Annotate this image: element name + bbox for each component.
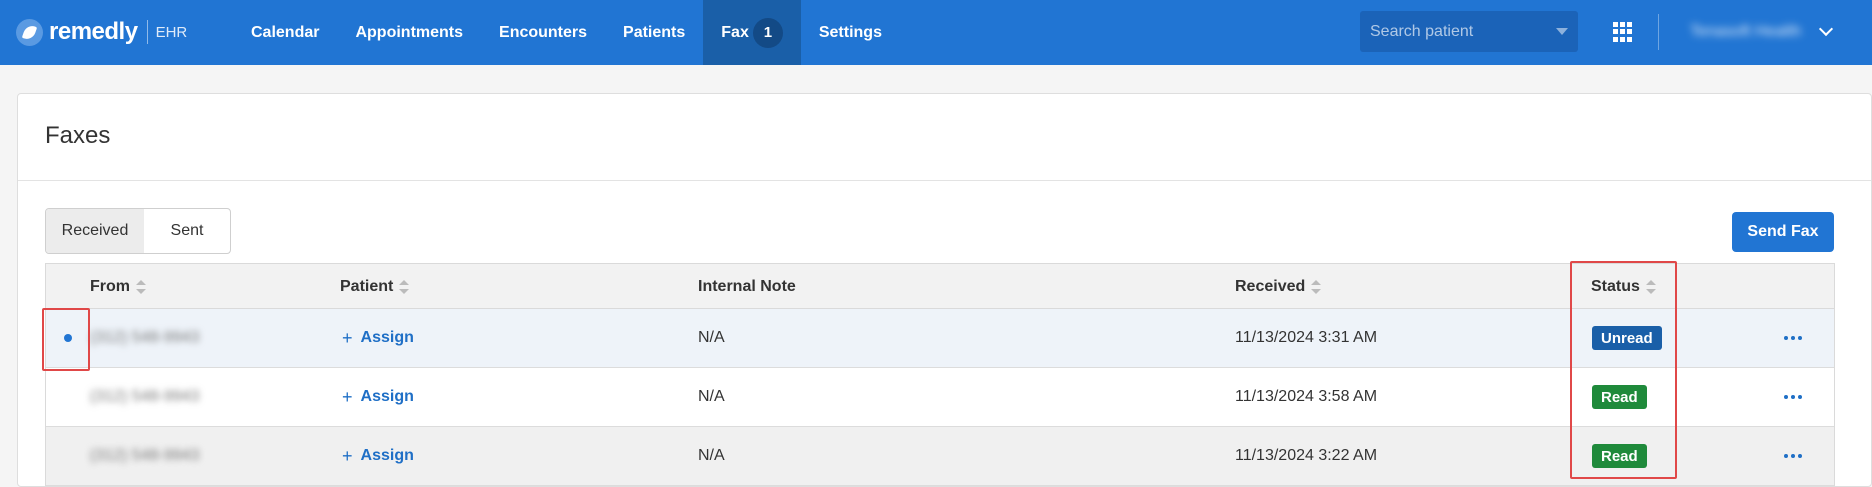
sort-icon[interactable] (399, 279, 410, 294)
nav-fax[interactable]: Fax 1 (703, 0, 801, 65)
send-fax-button[interactable]: Send Fax (1732, 212, 1834, 252)
status-cell: Unread (1592, 309, 1662, 367)
from-number: (312) 548-9943 (90, 447, 200, 464)
col-patient[interactable]: Patient (340, 264, 410, 309)
plus-icon: + (342, 445, 353, 466)
nav-patients-label: Patients (623, 23, 686, 41)
more-horizontal-icon[interactable] (1784, 336, 1802, 340)
internal-note: N/A (698, 388, 725, 405)
row-actions[interactable] (1784, 427, 1802, 485)
nav-appointments[interactable]: Appointments (337, 0, 481, 65)
internal-note: N/A (698, 447, 725, 464)
account-menu[interactable]: Tenasoft Health (1690, 20, 1834, 44)
assign-patient-link[interactable]: + Assign (342, 427, 414, 485)
assign-label: Assign (360, 447, 414, 464)
col-from[interactable]: From (90, 264, 146, 309)
table-row[interactable]: (312) 548-9943 + Assign N/A 11/13/2024 3:… (46, 368, 1834, 427)
sort-icon[interactable] (1311, 279, 1322, 294)
nav-patients[interactable]: Patients (605, 0, 703, 65)
internal-note: N/A (698, 329, 725, 346)
account-name: Tenasoft Health (1690, 23, 1802, 40)
col-status-label: Status (1591, 277, 1640, 295)
page-title: Faxes (45, 122, 111, 149)
assign-patient-link[interactable]: + Assign (342, 368, 414, 426)
sort-icon[interactable] (136, 279, 146, 294)
table-header: From Patient Internal Note Received Stat… (46, 264, 1834, 309)
fax-table: From Patient Internal Note Received Stat… (45, 263, 1835, 486)
brand-name: remedly (49, 18, 138, 45)
assign-patient-link[interactable]: + Assign (342, 309, 414, 367)
plus-icon: + (342, 386, 353, 407)
table-row[interactable]: (312) 548-9943 + Assign N/A 11/13/2024 3:… (46, 427, 1834, 486)
received-date: 11/13/2024 3:22 AM (1235, 447, 1378, 464)
from-number: (312) 548-9943 (90, 388, 200, 405)
faxes-card: Faxes Received Sent Send Fax From Patien… (17, 93, 1872, 487)
from-number: (312) 548-9943 (90, 329, 200, 346)
chevron-down-icon (1819, 21, 1834, 37)
col-received[interactable]: Received (1235, 264, 1322, 309)
fax-count-badge: 1 (752, 17, 783, 48)
more-horizontal-icon[interactable] (1784, 395, 1802, 399)
tab-received[interactable]: Received (46, 209, 144, 253)
nav-encounters[interactable]: Encounters (481, 0, 605, 65)
received-date: 11/13/2024 3:58 AM (1235, 388, 1378, 405)
nav-settings-label: Settings (818, 23, 882, 41)
col-note-label: Internal Note (698, 277, 796, 295)
nav-encounters-label: Encounters (499, 23, 588, 41)
received-date: 11/13/2024 3:31 AM (1235, 329, 1378, 346)
brand-divider (146, 20, 148, 44)
col-patient-label: Patient (340, 277, 394, 295)
nav-calendar-label: Calendar (251, 23, 320, 41)
unread-dot-icon (64, 334, 72, 342)
table-row[interactable]: (312) 548-9943 + Assign N/A 11/13/2024 3:… (46, 309, 1834, 368)
top-nav-bar: remedly EHR Calendar Appointments Encoun… (0, 0, 1872, 65)
row-actions[interactable] (1784, 368, 1802, 426)
nav-fax-label: Fax (721, 23, 749, 41)
remedly-logo-icon (16, 18, 43, 46)
unread-indicator (64, 309, 72, 367)
plus-icon: + (342, 327, 353, 348)
nav-appointments-label: Appointments (355, 23, 464, 41)
title-divider (18, 180, 1871, 181)
assign-label: Assign (360, 388, 414, 405)
main-nav: Calendar Appointments Encounters Patient… (233, 0, 900, 65)
sort-icon[interactable] (1645, 279, 1656, 294)
status-badge: Read (1592, 444, 1647, 468)
caret-down-icon (1556, 28, 1568, 35)
row-actions[interactable] (1784, 309, 1802, 367)
fax-direction-toggle: Received Sent (45, 208, 231, 254)
tab-sent[interactable]: Sent (144, 209, 230, 253)
nav-calendar[interactable]: Calendar (233, 0, 337, 65)
nav-settings[interactable]: Settings (801, 0, 900, 65)
status-cell: Read (1592, 427, 1647, 485)
col-from-label: From (90, 277, 130, 295)
status-badge: Read (1592, 385, 1647, 409)
remedly-logo[interactable]: remedly EHR (16, 16, 187, 48)
status-badge: Unread (1592, 326, 1662, 350)
brand-sub: EHR (155, 23, 188, 41)
search-placeholder: Search patient (1370, 22, 1474, 40)
status-cell: Read (1592, 368, 1647, 426)
col-received-label: Received (1235, 277, 1306, 295)
col-internal-note: Internal Note (698, 264, 796, 309)
nav-divider (1658, 14, 1659, 50)
search-patient-select[interactable]: Search patient (1360, 11, 1578, 52)
more-horizontal-icon[interactable] (1784, 454, 1802, 458)
grid-icon[interactable] (1613, 22, 1633, 42)
assign-label: Assign (360, 329, 414, 346)
col-status[interactable]: Status (1591, 264, 1656, 309)
